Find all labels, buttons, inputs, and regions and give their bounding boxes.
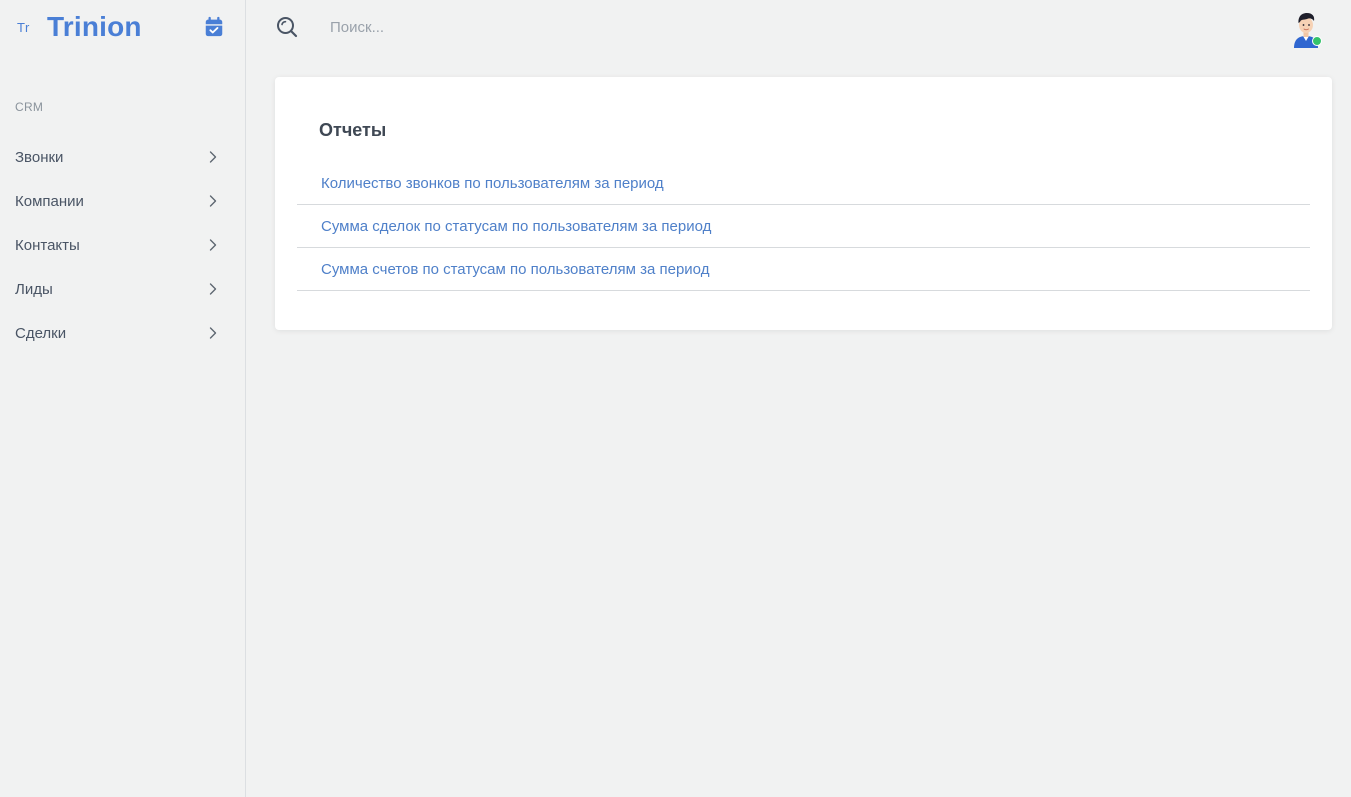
sidebar-nav: Звонки Компании Контакты Лиды Сделки [0,135,245,355]
list-item: Количество звонков по пользователям за п… [297,162,1310,205]
sidebar-item-calls[interactable]: Звонки [0,135,245,179]
sidebar-section-label: CRM [15,100,44,114]
brand-header: Tr Trinion [0,0,245,56]
sidebar-item-deals[interactable]: Сделки [0,311,245,355]
online-status-indicator [1312,36,1322,46]
chevron-right-icon [209,239,217,251]
sidebar-item-contacts[interactable]: Контакты [0,223,245,267]
chevron-right-icon [209,327,217,339]
report-list: Количество звонков по пользователям за п… [297,162,1310,291]
brand-mark: Tr [17,20,30,35]
sidebar-item-label: Сделки [15,324,67,342]
chevron-right-icon [209,195,217,207]
sidebar-item-leads[interactable]: Лиды [0,267,245,311]
brand-name[interactable]: Trinion [47,11,142,43]
app-root: Tr Trinion CRM Звонки Компании Контакты … [0,0,1351,797]
reports-card: Отчеты Количество звонков по пользовател… [275,77,1332,330]
report-link-deals-by-status[interactable]: Сумма сделок по статусам по пользователя… [321,218,711,235]
report-link-invoices-by-status[interactable]: Сумма счетов по статусам по пользователя… [321,261,709,278]
sidebar-item-label: Лиды [15,280,53,298]
list-item: Сумма счетов по статусам по пользователя… [297,248,1310,291]
topbar [246,0,1351,56]
search-input[interactable] [326,14,726,40]
report-link-calls-by-user[interactable]: Количество звонков по пользователям за п… [321,175,664,192]
page-title: Отчеты [319,120,387,140]
sidebar-item-companies[interactable]: Компании [0,179,245,223]
search-icon[interactable] [275,15,299,39]
sidebar: Tr Trinion CRM Звонки Компании Контакты … [0,0,246,797]
calendar-check-icon[interactable] [203,16,225,38]
chevron-right-icon [209,151,217,163]
sidebar-item-label: Звонки [15,148,64,166]
sidebar-item-label: Контакты [15,236,80,254]
sidebar-item-label: Компании [15,192,84,210]
chevron-right-icon [209,283,217,295]
list-item: Сумма сделок по статусам по пользователя… [297,205,1310,248]
